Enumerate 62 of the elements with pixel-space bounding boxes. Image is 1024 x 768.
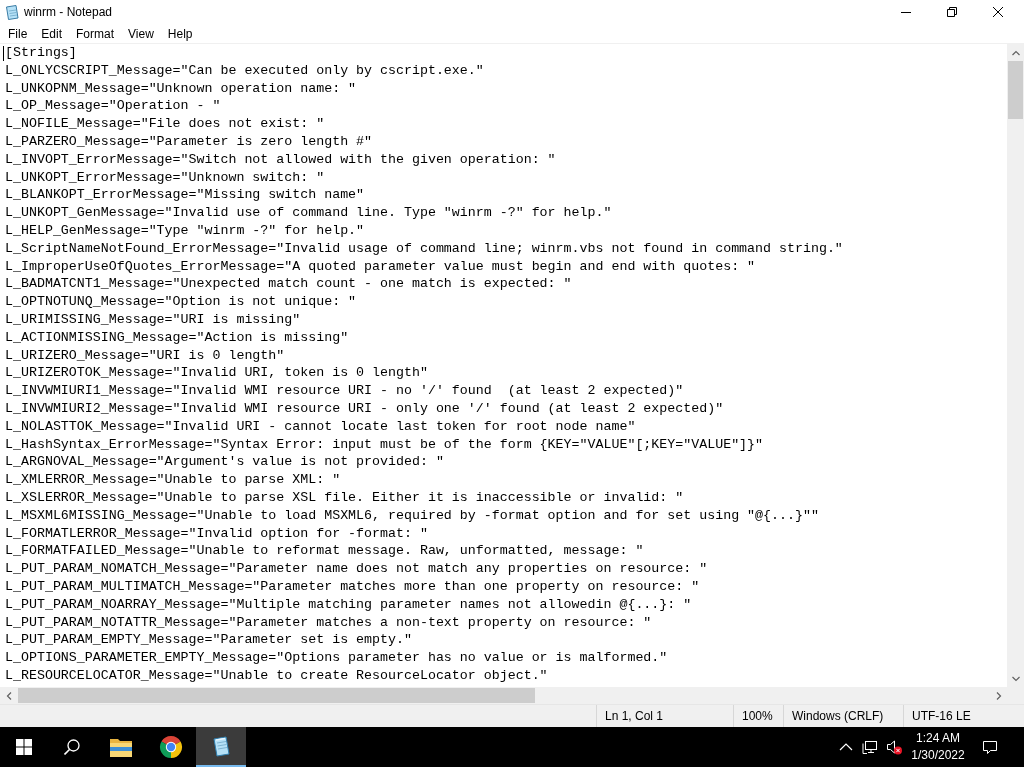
text-line: L_ImproperUseOfQuotes_ErrorMessage="A quoted parameter value must begin and end with quotes: " [5,257,756,276]
text-line: L_ACTIONMISSING_Message="Action is missing" [5,328,349,347]
chevron-up-icon [1011,48,1020,57]
text-line: L_INVWMIURI1_Message="Invalid WMI resource URI - no '/' found (at least 2 expected)" [5,382,684,400]
text-line: L_OPTIONS_PARAMETER_EMPTY_Message="Options parameter has no value or is malformed." [5,649,668,667]
window-title: winrm - Notepad [24,5,113,19]
text-line: L_PUT_PARAM_NOMATCH_Message="Parameter name does not match any properties on resource: " [5,560,708,578]
text-line: [Strings] [5,44,77,62]
text-line: L_HashSyntax_ErrorMessage="Syntax Error: input must be of the form {KEY="VALUE"[;KEY="VALUE"]}" [5,435,764,454]
text-line: L_PUT_PARAM_EMPTY_Message="Parameter set is empty." [5,631,412,650]
text-line: L_UNKOPNM_Message="Unknown operation name: " [5,79,357,98]
clock-date[interactable]: 1/30/2022 [911,747,965,764]
text-line: L_UNKOPT_GenMessage="Invalid use of command line. Type "winrm -?" for help." [5,204,612,222]
text-line: L_URIZERO_Message="URI is 0 length" [5,346,285,365]
browser-icon [159,735,183,759]
search-icon [64,739,80,755]
text-line: L_XSLERROR_Message="Unable to parse XSL file. Either it is inaccessible or invalid: " [5,488,684,507]
menu-item[interactable]: Edit [34,24,70,43]
text-line: L_ScriptNameNotFound_ErrorMessage="Invalid usage of command line; winrm.vbs not found in command string." [5,239,843,258]
scrollbar-thumb[interactable] [18,688,535,703]
text-line: L_NOFILE_Message="File does not exist: " [5,115,325,133]
text-line: L_BADMATCNT1_Message="Unexpected match count - one match is expected: " [5,275,572,294]
text-line: L_URIMISSING_Message="URI is missing" [5,310,301,329]
text-line: L_NOLASTTOK_Message="Invalid URI - cannot locate last token for root node name" [5,417,636,436]
text-line: L_PARZERO_Message="Parameter is zero length #" [5,133,373,151]
vertical-scrollbar[interactable] [1007,44,1024,687]
text-line: L_RESOURCELOCATOR_Message="Unable to create ResourceLocator object." [5,666,548,685]
text-line: L_UNKOPT_ErrorMessage="Unknown switch: " [5,168,325,187]
text-line: L_OP_Message="Operation - " [5,97,221,116]
chevron-down-icon [1011,674,1020,683]
taskbar-button[interactable] [196,727,246,767]
menu-item[interactable]: Help [160,24,200,43]
text-line: L_OPTNOTUNQ_Message="Option is not unique: " [5,293,357,311]
chevron-right-icon [994,691,1003,700]
menu-item[interactable]: Format [69,24,122,43]
restore-icon [947,7,957,17]
horizontal-scrollbar[interactable] [0,687,1007,704]
text-line: L_BLANKOPT_ErrorMessage="Missing switch name" [5,186,365,205]
clock-time[interactable]: 1:24 AM [916,730,960,747]
close-icon [993,7,1003,17]
text-line: L_ARGNOVAL_Message="Argument's value is not provided: " [5,453,444,472]
text-line: L_HELP_GenMessage="Type "winrm -?" for help." [5,221,365,240]
text-line: L_INVWMIURI2_Message="Invalid WMI resource URI - only one '/' found (at least 2 expected)" [5,399,724,418]
text-line: L_FORMATFAILED_Message="Unable to reformat message. Raw, unformatted, message: " [5,542,644,561]
menu-item[interactable]: File [1,24,35,43]
text-line: L_XMLERROR_Message="Unable to parse XML: " [5,471,341,489]
text-line: L_INVOPT_ErrorMessage="Switch not allowed with the given operation: " [5,150,556,169]
text-line: L_URIZEROTOK_Message="Invalid URI, token is 0 length" [5,364,428,383]
notification-icon [982,739,998,755]
text-line: L_PUT_PARAM_NOTATTR_Message="Parameter matches a non-text property on resource: " [5,613,652,632]
chevron-left-icon [4,691,13,700]
text-line: L_MSXML6MISSING_Message="Unable to load MSXML6, required by -format option and for set using "@{...}"" [5,506,819,525]
text-cursor-icon [3,46,4,61]
scrollbar-thumb[interactable] [1008,61,1023,119]
notepad-icon [4,4,20,20]
menu-item[interactable]: View [121,24,161,43]
text-line: L_PUT_PARAM_MULTIMATCH_Message="Parameter matches more than one property on resource: " [5,577,700,596]
network-icon [862,739,878,755]
text-line: L_ONLYCSCRIPT_Message="Can be executed only by cscript.exe." [5,61,484,80]
text-line: L_FORMATLERROR_Message="Invalid option for -format: " [5,524,428,543]
text-line: L_PUT_PARAM_NOARRAY_Message="Multiple matching parameter names not allowedin @{...}: " [5,595,692,614]
windows-logo-icon [16,739,32,755]
